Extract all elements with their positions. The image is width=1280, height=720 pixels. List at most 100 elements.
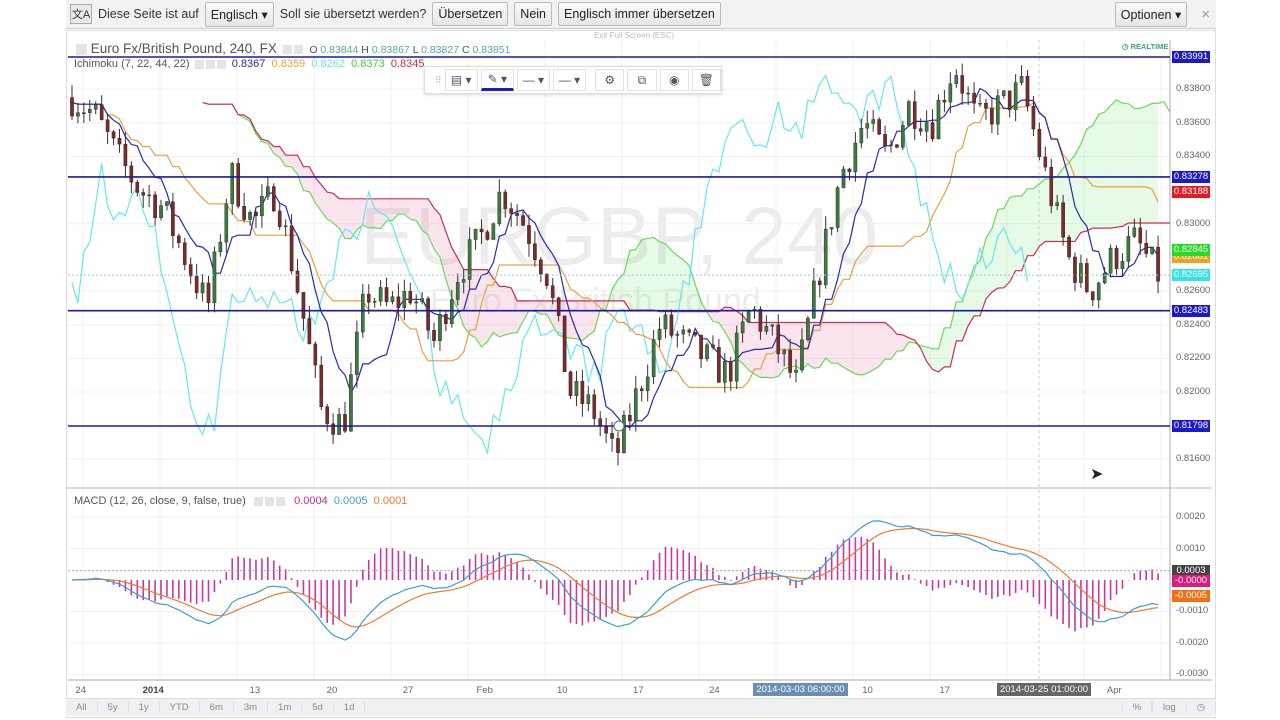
candle-body [942, 99, 947, 103]
candle-body [687, 329, 692, 333]
cloud-segment [896, 334, 903, 352]
symbol-title: Euro Fx/British Pound, 240, FX [90, 41, 277, 56]
level-price-tag: 0.83278 [1172, 170, 1210, 183]
line-style-button[interactable]: — ▾ [552, 69, 587, 91]
candle-body [212, 251, 217, 304]
price-chart[interactable] [0, 0, 1280, 720]
range-5d[interactable]: 5d [302, 702, 334, 713]
candle-body [497, 191, 502, 224]
candle-body [592, 394, 597, 419]
candle-body [675, 333, 680, 336]
candle-body [681, 329, 686, 335]
candle-body [461, 279, 466, 283]
drag-handle-icon[interactable]: ⠿ [435, 75, 442, 86]
macd-legend: MACD (12, 26, close, 9, false, true) 0.0… [74, 495, 407, 507]
candle-body [301, 292, 306, 319]
range-1d[interactable]: 1d [334, 702, 366, 713]
scale-log-button[interactable]: log [1152, 702, 1187, 713]
candle-body [1061, 202, 1065, 238]
cloud-segment [1074, 143, 1081, 242]
scale-percent-button[interactable]: % [1121, 702, 1153, 713]
time-tick-label: Feb [476, 685, 493, 696]
line-color-button[interactable]: ✎ ▾ [480, 69, 514, 91]
candle-body [165, 201, 169, 206]
macd-label: MACD (12, 26, close, 9, false, true) [74, 495, 246, 507]
cloud-segment [873, 322, 880, 371]
candle-body [823, 228, 828, 286]
price-tag: 0.82695 [1172, 269, 1210, 282]
exit-fullscreen[interactable]: Exit Full Screen (ESC) [594, 31, 674, 40]
candle-body [438, 314, 442, 341]
cloud-segment [683, 259, 690, 312]
candle-body [177, 235, 181, 243]
range-3m[interactable]: 3m [234, 702, 269, 713]
range-1m[interactable]: 1m [268, 702, 303, 713]
candle-body [70, 97, 74, 117]
candle-body [515, 213, 519, 216]
candle-body [907, 101, 911, 126]
candle-body [562, 315, 567, 373]
candle-body [604, 426, 608, 434]
candle-body [485, 231, 490, 240]
candle-body [337, 414, 341, 435]
price-tick-label: 0.83800 [1176, 83, 1211, 95]
candle-body [141, 192, 146, 196]
candle-body [254, 212, 258, 217]
candle-body [806, 317, 810, 341]
ichimoku-legend: Ichimoku (7, 22, 44, 22) 0.8367 0.8359 0… [74, 58, 425, 70]
candle-body [188, 264, 193, 277]
candle-body [1150, 246, 1154, 254]
candle-body [871, 119, 875, 124]
range-6m[interactable]: 6m [200, 702, 234, 713]
candle-body [835, 187, 840, 228]
cloud-segment [588, 300, 595, 336]
clone-icon[interactable]: ⧉ [627, 69, 657, 91]
cloud-segment [665, 243, 672, 312]
candle-body [580, 381, 585, 404]
hide-icon[interactable]: ◉ [659, 69, 689, 91]
candle-body [539, 259, 543, 275]
cloud-segment [1015, 195, 1022, 271]
cloud-segment [985, 228, 992, 299]
candle-body [1067, 236, 1071, 258]
candle-body [355, 331, 359, 375]
candle-body [171, 201, 175, 237]
candle-body [402, 291, 407, 308]
candle-body [1019, 75, 1024, 83]
line-width-button[interactable]: — ▾ [516, 69, 550, 91]
candle-body [414, 301, 419, 304]
range-ytd[interactable]: YTD [160, 702, 200, 713]
cloud-segment [570, 300, 577, 339]
candle-body [319, 364, 324, 407]
range-bar: All 5y 1y YTD 6m 3m 1m 5d 1d% log ◷ [66, 698, 1216, 716]
cloud-segment [956, 301, 963, 341]
template-button[interactable]: ▤ ▾ [444, 69, 478, 91]
macd-hist-value: 0.0004 [294, 495, 328, 507]
cloud-segment [1086, 125, 1093, 231]
time-tick-label: 17 [633, 685, 644, 696]
candle-body [954, 75, 959, 85]
candle-body [1156, 246, 1160, 282]
macd-tick-label: -0.0030 [1176, 668, 1209, 680]
c-label: C [461, 44, 470, 56]
price-tick-label: 0.81600 [1176, 453, 1211, 465]
cloud-segment [647, 237, 654, 311]
cloud-segment [1009, 195, 1016, 282]
range-5y[interactable]: 5y [98, 702, 129, 713]
cloud-segment [1098, 112, 1105, 229]
range-all[interactable]: All [66, 702, 98, 713]
candle-body [99, 104, 104, 120]
span-a-value: 0.8373 [351, 58, 385, 70]
open-value: 0.83844 [320, 44, 359, 56]
candle-body [260, 196, 264, 217]
line-anchor-handle[interactable] [613, 420, 625, 432]
time-tick-label: 10 [862, 685, 873, 696]
clock-icon[interactable]: ◷ [1187, 702, 1216, 713]
delete-icon[interactable]: 🗑 [691, 69, 722, 91]
candle-body [372, 300, 377, 303]
settings-icon[interactable]: ⚙ [595, 69, 625, 91]
candle-body [1037, 128, 1042, 158]
candle-body [266, 186, 270, 197]
range-1y[interactable]: 1y [129, 702, 160, 713]
cloud-segment [368, 198, 375, 228]
